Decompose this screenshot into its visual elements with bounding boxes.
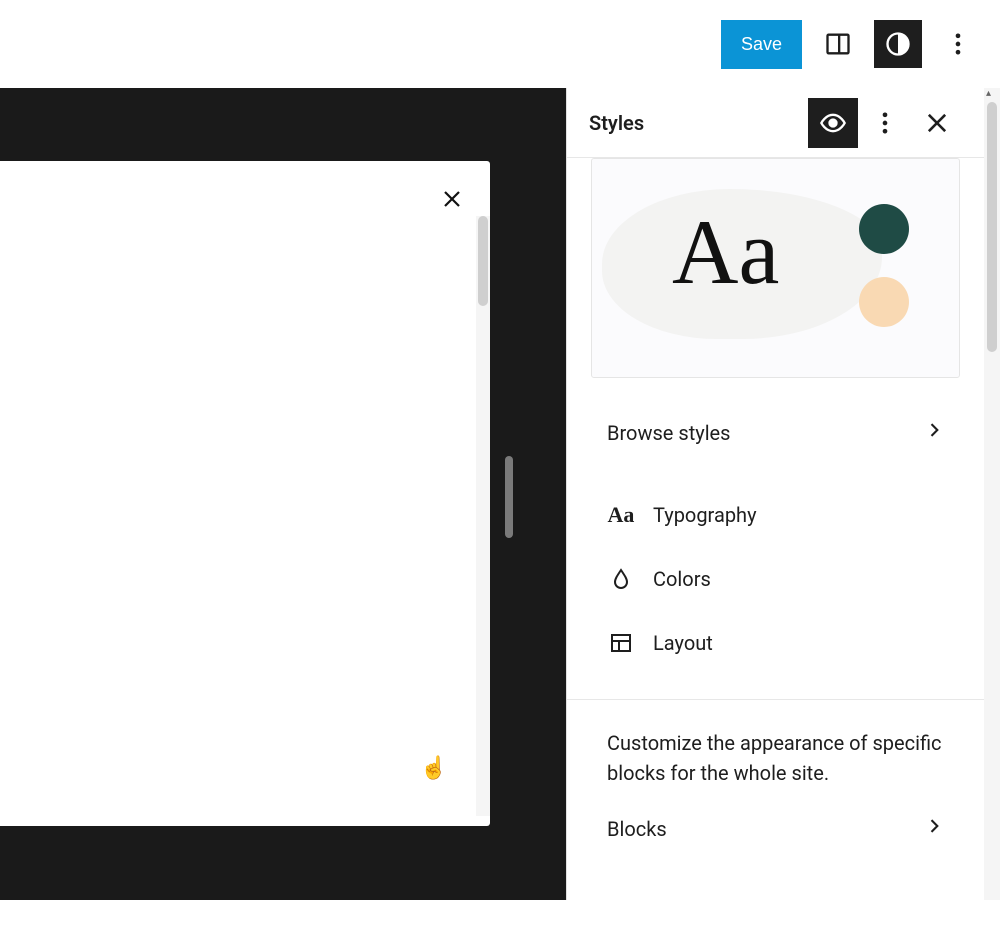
typography-icon: Aa xyxy=(607,501,635,529)
layout-row[interactable]: Layout xyxy=(567,611,984,675)
more-options-button[interactable] xyxy=(934,20,982,68)
save-button[interactable]: Save xyxy=(721,20,802,69)
styles-more-menu[interactable] xyxy=(860,98,910,148)
typography-label: Typography xyxy=(653,503,757,527)
contrast-icon xyxy=(884,30,912,58)
browse-styles-row[interactable]: Browse styles xyxy=(567,402,984,463)
eye-icon xyxy=(819,109,847,137)
kebab-icon xyxy=(944,30,972,58)
kebab-icon xyxy=(871,109,899,137)
close-icon xyxy=(440,187,464,211)
editor-canvas: y ☝ xyxy=(0,88,566,900)
top-bar: Save xyxy=(0,0,1000,88)
sidebar-title: Styles xyxy=(589,111,808,135)
styles-toggle-button[interactable] xyxy=(874,20,922,68)
preview-typography-sample: Aa xyxy=(672,199,779,305)
colors-row[interactable]: Colors xyxy=(567,547,984,611)
canvas-scrollbar-thumb[interactable] xyxy=(478,216,488,306)
layout-label: Layout xyxy=(653,631,713,655)
blocks-label: Blocks xyxy=(607,817,667,841)
drop-icon xyxy=(607,565,635,593)
panel-icon xyxy=(824,30,852,58)
typography-row[interactable]: Aa Typography xyxy=(567,483,984,547)
blocks-description: Customize the appearance of specific blo… xyxy=(567,700,984,798)
main-area: y ☝ Styles xyxy=(0,88,1000,900)
chevron-right-icon xyxy=(924,816,944,841)
sidebar-close-button[interactable] xyxy=(912,98,962,148)
styles-sidebar: Styles xyxy=(566,88,1000,900)
sidebar-header: Styles xyxy=(567,88,984,158)
canvas-frame: y xyxy=(0,161,490,826)
sidebar-scrollbar[interactable] xyxy=(984,88,1000,900)
layout-icon xyxy=(607,629,635,657)
canvas-close-button[interactable] xyxy=(432,179,472,219)
chevron-right-icon xyxy=(924,420,944,445)
preview-color-swatch-2 xyxy=(859,277,909,327)
preview-color-swatch-1 xyxy=(859,204,909,254)
canvas-scrollbar[interactable] xyxy=(476,216,490,816)
close-icon xyxy=(923,109,951,137)
stylebook-toggle[interactable] xyxy=(808,98,858,148)
blocks-row[interactable]: Blocks xyxy=(567,798,984,859)
browse-styles-label: Browse styles xyxy=(607,421,731,445)
sidebar-scrollbar-thumb[interactable] xyxy=(987,102,997,352)
colors-label: Colors xyxy=(653,567,711,591)
style-preview-card[interactable]: Aa xyxy=(591,158,960,378)
outer-scrollbar-thumb[interactable] xyxy=(505,456,513,538)
settings-panel-toggle[interactable] xyxy=(814,20,862,68)
